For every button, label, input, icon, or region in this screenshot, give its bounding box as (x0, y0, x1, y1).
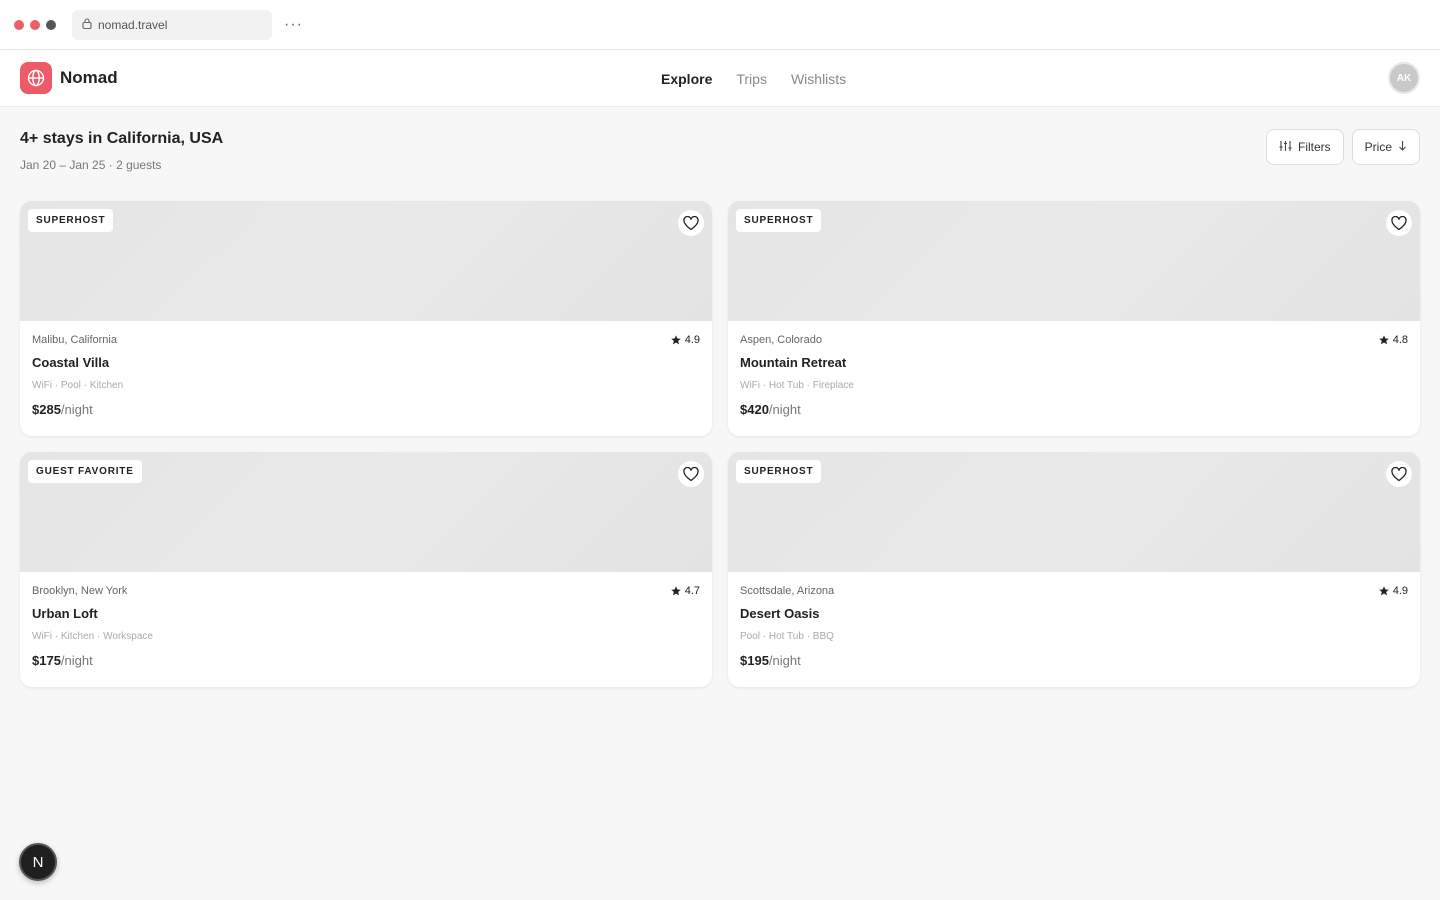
listing-badge: GUEST FAVORITE (28, 460, 142, 483)
price-unit: /night (768, 402, 801, 417)
sliders-icon (1279, 140, 1292, 155)
listing-card[interactable]: SUPERHOST Malibu, California 4.9 Coastal… (20, 201, 712, 436)
page-title: 4+ stays in California, USA (20, 130, 224, 147)
listing-name: Desert Oasis (740, 606, 820, 621)
nav-wishlists[interactable]: Wishlists (791, 71, 846, 87)
url-text: nomad.travel (98, 17, 168, 32)
main-nav: Explore Trips Wishlists (661, 50, 846, 107)
listing-badge: SUPERHOST (736, 460, 822, 483)
wishlist-heart-button[interactable] (1386, 461, 1412, 487)
minimize-window-button[interactable] (30, 19, 40, 30)
listing-rating: 4.7 (670, 585, 700, 597)
rating-value: 4.7 (684, 585, 700, 597)
maximize-window-button[interactable] (46, 19, 56, 30)
star-icon (1378, 335, 1389, 345)
filters-label: Filters (1297, 140, 1331, 154)
listing-rating: 4.8 (1378, 334, 1408, 346)
browser-toolbar: nomad.travel ··· (0, 0, 1440, 50)
rating-value: 4.9 (684, 334, 700, 346)
arrow-down-icon (1398, 140, 1407, 154)
listing-rating: 4.9 (670, 334, 700, 346)
listing-details: Aspen, Colorado 4.8 Mountain Retreat WiF… (728, 321, 1420, 417)
price-unit: /night (60, 402, 93, 417)
listing-card[interactable]: SUPERHOST Aspen, Colorado 4.8 Mountain R… (728, 201, 1420, 436)
listing-location: Brooklyn, New York (32, 585, 128, 597)
listing-location: Malibu, California (32, 334, 117, 346)
wishlist-heart-button[interactable] (1386, 210, 1412, 236)
listing-grid: SUPERHOST Malibu, California 4.9 Coastal… (20, 201, 1420, 687)
listing-price: $195/night (740, 653, 1408, 668)
listing-name: Urban Loft (32, 606, 98, 621)
rating-value: 4.8 (1392, 334, 1408, 346)
results-header: 4+ stays in California, USA Jan 20 – Jan… (20, 129, 1420, 195)
heart-icon (1391, 466, 1407, 481)
sort-price-button[interactable]: Price (1351, 129, 1420, 165)
listing-rating: 4.9 (1378, 585, 1408, 597)
address-bar[interactable]: nomad.travel (72, 9, 272, 40)
star-icon (1378, 586, 1389, 596)
wishlist-heart-button[interactable] (678, 461, 704, 487)
search-summary: Jan 20 – Jan 25 · 2 guests (20, 158, 162, 172)
listing-photo[interactable]: SUPERHOST (20, 201, 712, 321)
listing-price: $175/night (32, 653, 700, 668)
listing-photo[interactable]: SUPERHOST (728, 452, 1420, 572)
heart-icon (683, 466, 699, 481)
listing-badge: SUPERHOST (28, 209, 114, 232)
listing-details: Scottsdale, Arizona 4.9 Desert Oasis Poo… (728, 572, 1420, 668)
listing-amenities: Pool · Hot Tub · BBQ (740, 631, 834, 642)
listing-card[interactable]: SUPERHOST Scottsdale, Arizona 4.9 Desert… (728, 452, 1420, 687)
price-unit: /night (60, 653, 93, 668)
price-amount: $285 (32, 402, 61, 417)
heart-icon (683, 215, 699, 230)
wishlist-heart-button[interactable] (678, 210, 704, 236)
close-window-button[interactable] (14, 19, 24, 30)
price-amount: $420 (740, 402, 769, 417)
star-icon (670, 586, 681, 596)
heart-icon (1391, 215, 1407, 230)
window-controls (14, 19, 56, 30)
listing-photo[interactable]: GUEST FAVORITE (20, 452, 712, 572)
listing-badge: SUPERHOST (736, 209, 822, 232)
main-content: 4+ stays in California, USA Jan 20 – Jan… (0, 107, 1440, 687)
listing-details: Brooklyn, New York 4.7 Urban Loft WiFi ·… (20, 572, 712, 668)
more-options-button[interactable]: ··· (284, 16, 303, 34)
listing-price: $420/night (740, 402, 1408, 417)
filters-button[interactable]: Filters (1265, 129, 1344, 165)
listing-photo[interactable]: SUPERHOST (728, 201, 1420, 321)
listing-details: Malibu, California 4.9 Coastal Villa WiF… (20, 321, 712, 417)
nav-explore[interactable]: Explore (661, 71, 712, 87)
listing-amenities: WiFi · Pool · Kitchen (32, 380, 124, 391)
rating-value: 4.9 (1392, 585, 1408, 597)
avatar[interactable]: AK (1388, 62, 1420, 94)
dev-tools-badge[interactable]: N (19, 843, 57, 881)
toolbar-actions: Filters Price (1265, 129, 1420, 165)
listing-location: Aspen, Colorado (740, 334, 822, 346)
app-name: Nomad (60, 68, 118, 87)
listing-amenities: WiFi · Hot Tub · Fireplace (740, 380, 854, 391)
listing-price: $285/night (32, 402, 700, 417)
star-icon (670, 335, 681, 345)
logo[interactable]: Nomad (20, 62, 118, 94)
listing-name: Mountain Retreat (740, 355, 847, 370)
globe-icon (20, 62, 52, 94)
sort-label: Price (1364, 140, 1392, 154)
price-amount: $195 (740, 653, 769, 668)
price-unit: /night (768, 653, 801, 668)
listing-amenities: WiFi · Kitchen · Workspace (32, 631, 153, 642)
listing-name: Coastal Villa (32, 355, 110, 370)
price-amount: $175 (32, 653, 61, 668)
nav-trips[interactable]: Trips (736, 71, 767, 87)
lock-icon (82, 17, 92, 32)
listing-card[interactable]: GUEST FAVORITE Brooklyn, New York 4.7 Ur… (20, 452, 712, 687)
app-header: Nomad Explore Trips Wishlists AK (0, 50, 1440, 107)
listing-location: Scottsdale, Arizona (740, 585, 835, 597)
